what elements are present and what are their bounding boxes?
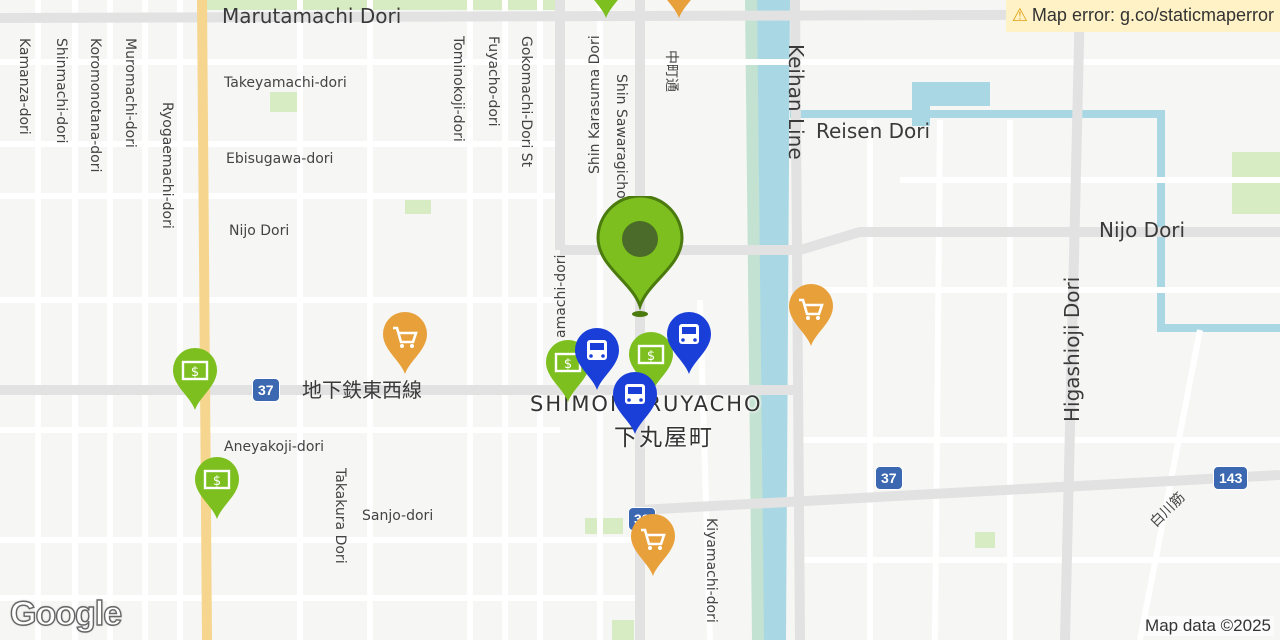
street-label-shin-sawaragicho: Shin Sawaragicho	[613, 74, 629, 199]
shopping-cart-icon	[667, 0, 691, 18]
street-label-nijo-west: Nijo Dori	[229, 223, 290, 239]
map-error-text: Map error: g.co/staticmaperror	[1031, 5, 1274, 25]
bank-pin[interactable]: $	[192, 457, 242, 521]
street-label-subway-tozai: 地下鉄東西線	[302, 378, 422, 402]
shopping-cart-icon	[383, 312, 427, 374]
svg-text:$: $	[647, 349, 655, 364]
street-label-takeyamachi: Takeyamachi-dori	[224, 75, 347, 91]
street-label-aneyakoji: Aneyakoji-dori	[224, 439, 325, 455]
street-label-reisen: Reisen Dori	[816, 119, 931, 143]
route-shield-37-east: 37	[875, 466, 903, 490]
google-logo: Google	[9, 594, 123, 633]
street-label-teramachi: amachi-dori	[553, 254, 569, 338]
route-shield-143: 143	[1213, 466, 1249, 490]
bank-note-icon	[594, 0, 618, 18]
svg-text:$: $	[564, 357, 572, 372]
street-label-ebisugawa: Ebisugawa-dori	[226, 151, 334, 167]
bus-stop-pin[interactable]	[610, 372, 660, 436]
street-label-kiyamachi: Kiyamachi-dori	[703, 518, 719, 623]
street-label-tominokoji: Tominokoji-dori	[450, 36, 466, 142]
street-label-shinmachi: Shinmachi-dori	[53, 38, 69, 144]
shopping-cart-icon	[789, 284, 833, 346]
selected-location-pin[interactable]	[594, 194, 686, 320]
street-label-fuyacho: Fuyacho-dori	[485, 36, 501, 127]
street-label-higashioji: Higashioji Dori	[1060, 276, 1084, 422]
street-label-shin-karasuma: Shin Karasuma Dori	[587, 35, 603, 174]
bank-pin[interactable]: $	[170, 348, 220, 412]
map-data-credit: Map data ©2025	[1142, 616, 1274, 636]
bank-note-icon: $	[173, 348, 217, 410]
street-label-nakamachi: 中町通	[663, 50, 679, 92]
svg-text:$: $	[213, 474, 221, 489]
map-error-banner[interactable]: ⚠ Map error: g.co/staticmaperror	[1005, 0, 1280, 32]
shopping-cart-icon	[631, 514, 675, 576]
street-label-keihan-line: Keihan Line	[784, 44, 808, 160]
bank-note-icon: $	[195, 457, 239, 519]
street-label-ryogaemachi: Ryogaemachi-dori	[159, 102, 175, 229]
shopping-pin[interactable]	[628, 514, 678, 578]
shopping-pin[interactable]	[380, 312, 430, 376]
svg-text:$: $	[191, 365, 199, 380]
location-pin-icon	[596, 194, 684, 317]
street-label-takakura: Takakura Dori	[332, 468, 348, 564]
street-label-kamanza: Kamanza-dori	[16, 38, 32, 135]
shopping-pin[interactable]	[654, 0, 704, 20]
bus-icon	[667, 312, 711, 374]
bus-stop-pin[interactable]	[664, 312, 714, 376]
street-label-gokomachi: Gokomachi-Dori St	[518, 36, 534, 168]
street-label-nijo-east: Nijo Dori	[1099, 218, 1186, 242]
shopping-pin[interactable]	[786, 284, 836, 348]
street-label-marutamachi: Marutamachi Dori	[222, 4, 402, 28]
bus-icon	[613, 372, 657, 434]
street-label-muromachi: Muromachi-dori	[122, 38, 138, 148]
route-shield-37-west: 37	[252, 378, 280, 402]
street-label-koromonotana: Koromonotana-dori	[87, 38, 103, 173]
street-label-sanjo: Sanjo-dori	[362, 508, 434, 524]
warning-icon: ⚠	[1011, 5, 1028, 25]
map-canvas[interactable]: Marutamachi Dori Takeyamachi-dori Ebisug…	[0, 0, 1280, 640]
bank-pin[interactable]	[581, 0, 631, 20]
